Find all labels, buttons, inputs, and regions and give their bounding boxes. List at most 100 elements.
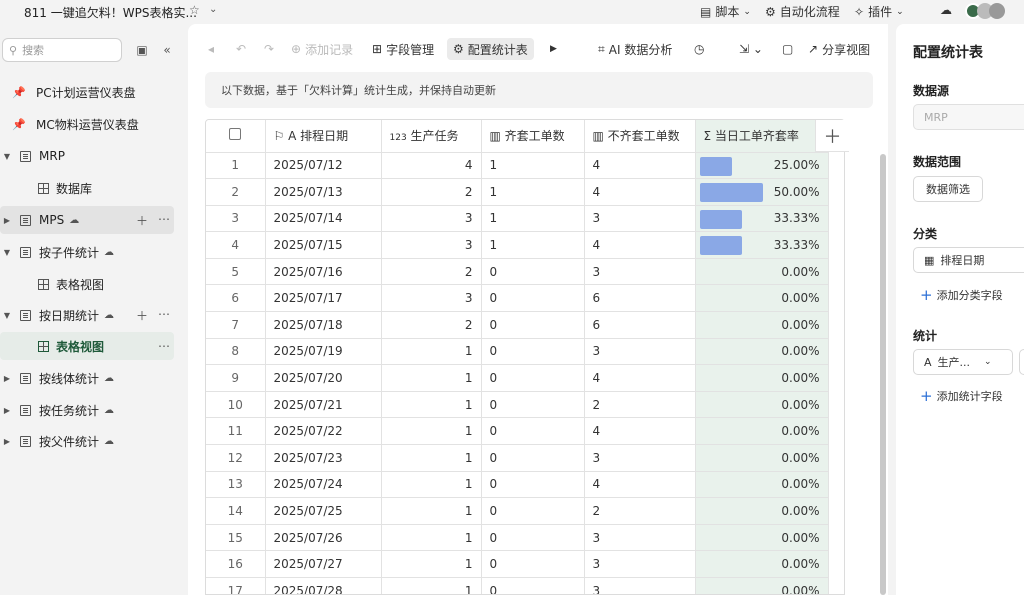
cell-task[interactable]: 1 xyxy=(381,364,482,392)
caret-down-icon[interactable]: ▼ xyxy=(0,152,14,161)
cell-notfull[interactable]: 4 xyxy=(584,178,696,206)
cell-notfull[interactable]: 6 xyxy=(584,284,696,313)
cell-rate[interactable]: 0.00% xyxy=(695,338,829,366)
cell-rate[interactable]: 0.00% xyxy=(695,364,829,392)
sidebar-item-mps[interactable]: ▶ MPS ☁ ＋ ⋯ xyxy=(0,206,174,234)
sidebar-item-child-stats[interactable]: ▼ 按子件统计 ☁ xyxy=(0,238,174,266)
table-row[interactable]: 4 2025/07/15 3 1 4 33.33% xyxy=(206,231,829,259)
cell-task[interactable]: 1 xyxy=(381,497,482,525)
cell-full[interactable]: 1 xyxy=(481,231,585,259)
row-number[interactable]: 8 xyxy=(206,338,266,366)
cell-rate[interactable]: 0.00% xyxy=(695,471,829,499)
cell-full[interactable]: 0 xyxy=(481,338,585,366)
table-row[interactable]: 7 2025/07/18 2 0 6 0.00% xyxy=(206,311,829,339)
cell-full[interactable]: 0 xyxy=(481,471,585,499)
cell-date[interactable]: 2025/07/17 xyxy=(265,284,382,313)
row-number[interactable]: 1 xyxy=(206,152,266,180)
row-number[interactable]: 12 xyxy=(206,444,266,472)
cell-full[interactable]: 0 xyxy=(481,284,585,313)
sidebar-item-date-stats[interactable]: ▼ 按日期统计 ☁ ＋ ⋯ xyxy=(0,301,174,329)
sidebar-item-table-view[interactable]: 表格视图 xyxy=(38,270,174,298)
cell-task[interactable]: 2 xyxy=(381,178,482,206)
cell-task[interactable]: 1 xyxy=(381,471,482,499)
cell-notfull[interactable]: 3 xyxy=(584,524,696,552)
stat-method-select[interactable] xyxy=(1019,349,1024,375)
automation-button[interactable]: ⚙ 自动化流程 xyxy=(765,3,840,20)
cell-notfull[interactable]: 2 xyxy=(584,497,696,525)
cell-date[interactable]: 2025/07/16 xyxy=(265,258,382,286)
caret-right-icon[interactable]: ▶ xyxy=(0,216,14,225)
cell-task[interactable]: 2 xyxy=(381,311,482,339)
plugin-menu[interactable]: ✧ 插件 ⌄ xyxy=(854,3,904,20)
chevron-down-icon[interactable]: ⌄ xyxy=(209,4,217,15)
cell-notfull[interactable]: 4 xyxy=(584,364,696,392)
data-filter-button[interactable]: 数据筛选 xyxy=(913,176,983,202)
table-row[interactable]: 5 2025/07/16 2 0 3 0.00% xyxy=(206,258,829,286)
search-input[interactable]: ⚲ 搜索 xyxy=(2,38,122,62)
cell-task[interactable]: 3 xyxy=(381,205,482,233)
ai-analysis-button[interactable]: ⌗ AI 数据分析 xyxy=(592,38,678,60)
play-icon[interactable]: ▶ xyxy=(544,38,563,60)
cell-task[interactable]: 4 xyxy=(381,152,482,180)
sidebar-item-task-stats[interactable]: ▶ 按任务统计 ☁ xyxy=(0,396,174,424)
table-row[interactable]: 9 2025/07/20 1 0 4 0.00% xyxy=(206,364,829,392)
caret-right-icon[interactable]: ▶ xyxy=(0,374,14,383)
cell-date[interactable]: 2025/07/23 xyxy=(265,444,382,472)
row-number[interactable]: 16 xyxy=(206,550,266,578)
column-header-rate[interactable]: Σ 当日工单齐套率 xyxy=(695,120,829,153)
sidebar-item-parent-stats[interactable]: ▶ 按父件统计 ☁ xyxy=(0,427,174,455)
document-title[interactable]: 811 一键追欠料！WPS表格实... xyxy=(24,4,197,21)
cell-task[interactable]: 1 xyxy=(381,444,482,472)
row-number[interactable]: 17 xyxy=(206,577,266,594)
cell-task[interactable]: 1 xyxy=(381,577,482,594)
prev-icon[interactable]: ◂ xyxy=(202,38,220,60)
table-row[interactable]: 11 2025/07/22 1 0 4 0.00% xyxy=(206,417,829,446)
cell-notfull[interactable]: 3 xyxy=(584,444,696,472)
row-number[interactable]: 4 xyxy=(206,231,266,259)
cell-rate[interactable]: 33.33% xyxy=(695,231,829,259)
collapse-sidebar-icon[interactable]: « xyxy=(158,41,176,59)
cell-full[interactable]: 0 xyxy=(481,391,585,419)
table-row[interactable]: 10 2025/07/21 1 0 2 0.00% xyxy=(206,391,829,419)
cell-full[interactable]: 1 xyxy=(481,178,585,206)
cell-rate[interactable]: 0.00% xyxy=(695,258,829,286)
table-row[interactable]: 13 2025/07/24 1 0 4 0.00% xyxy=(206,471,829,499)
star-icon[interactable]: ☆ xyxy=(189,3,200,17)
cell-date[interactable]: 2025/07/24 xyxy=(265,471,382,499)
cell-full[interactable]: 0 xyxy=(481,577,585,594)
cell-notfull[interactable]: 3 xyxy=(584,205,696,233)
table-row[interactable]: 12 2025/07/23 1 0 3 0.00% xyxy=(206,444,829,472)
cell-task[interactable]: 1 xyxy=(381,417,482,446)
group-field-select[interactable]: ▦ 排程日期 xyxy=(913,247,1024,273)
add-column-button[interactable]: ＋ xyxy=(815,120,849,152)
cell-full[interactable]: 0 xyxy=(481,444,585,472)
sidebar-item-pc-dashboard[interactable]: 📌 PC计划运营仪表盘 xyxy=(12,78,186,106)
cell-rate[interactable]: 0.00% xyxy=(695,444,829,472)
cell-date[interactable]: 2025/07/26 xyxy=(265,524,382,552)
sidebar-item-database[interactable]: 数据库 xyxy=(38,174,174,202)
select-all-checkbox[interactable] xyxy=(206,120,266,153)
collaborator-avatars[interactable] xyxy=(965,3,1005,19)
cell-rate[interactable]: 0.00% xyxy=(695,284,829,313)
cell-notfull[interactable]: 6 xyxy=(584,311,696,339)
cell-full[interactable]: 0 xyxy=(481,311,585,339)
row-number[interactable]: 15 xyxy=(206,524,266,552)
column-header-notfull[interactable]: ▥ 不齐套工单数 xyxy=(584,120,696,153)
cell-rate[interactable]: 0.00% xyxy=(695,417,829,446)
cell-full[interactable]: 0 xyxy=(481,550,585,578)
vertical-scrollbar[interactable] xyxy=(880,154,886,595)
cell-notfull[interactable]: 3 xyxy=(584,338,696,366)
cell-task[interactable]: 1 xyxy=(381,524,482,552)
row-number[interactable]: 13 xyxy=(206,471,266,499)
sidebar-item-mrp[interactable]: ▼ MRP xyxy=(0,142,174,170)
cloud-sync-icon[interactable]: ☁ xyxy=(940,3,952,17)
collapse-all-icon[interactable]: ▣ xyxy=(133,41,151,59)
undo-icon[interactable]: ↶ xyxy=(230,38,252,60)
cell-full[interactable]: 0 xyxy=(481,524,585,552)
caret-down-icon[interactable]: ▼ xyxy=(0,311,14,320)
cell-rate[interactable]: 0.00% xyxy=(695,391,829,419)
export-icon[interactable]: ⇲ ⌄ xyxy=(733,38,769,60)
more-icon[interactable]: ⋯ xyxy=(158,307,170,324)
cell-rate[interactable]: 0.00% xyxy=(695,577,829,594)
cell-date[interactable]: 2025/07/14 xyxy=(265,205,382,233)
